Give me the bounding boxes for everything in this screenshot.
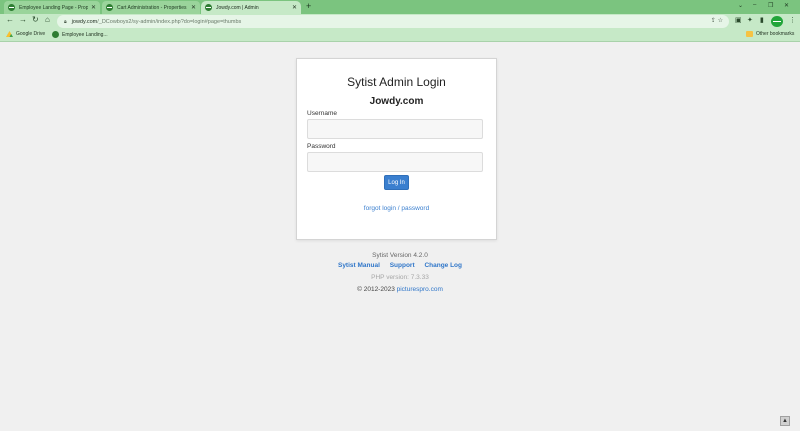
- picturespro-link[interactable]: picturespro.com: [397, 286, 443, 293]
- scroll-to-top-button[interactable]: ▲: [780, 416, 790, 426]
- close-tab-icon[interactable]: ✕: [91, 4, 96, 11]
- forgot-password-link[interactable]: forgot login / password: [297, 205, 496, 212]
- site-favicon-icon: [205, 4, 212, 11]
- new-tab-button[interactable]: +: [306, 1, 311, 11]
- password-label: Password: [307, 143, 336, 150]
- profile-avatar[interactable]: [771, 16, 783, 27]
- extension-icon[interactable]: ▣: [735, 16, 742, 24]
- site-favicon-icon: [106, 4, 113, 11]
- php-version-text: PHP version: 7.3.33: [371, 274, 429, 281]
- tab-search-icon[interactable]: ⌄: [738, 2, 743, 9]
- window-close-icon[interactable]: ✕: [784, 2, 789, 9]
- bookmark-employee-landing[interactable]: Employee Landing...: [52, 31, 108, 38]
- copyright-text: © 2012-2023: [357, 286, 395, 293]
- login-title: Sytist Admin Login: [347, 75, 446, 89]
- site-favicon-icon: [8, 4, 15, 11]
- copyright: © 2012-2023 picturespro.com: [0, 286, 800, 293]
- close-tab-icon[interactable]: ✕: [292, 4, 297, 11]
- footer-links: Sytist Manual Support Change Log: [0, 262, 800, 269]
- url-host: jowdy.com: [71, 18, 98, 25]
- menu-kebab-icon[interactable]: ⋮: [789, 16, 796, 24]
- browser-tab-jowdy-admin[interactable]: Jowdy.com | Admin ✕: [201, 1, 301, 14]
- browser-tab-employee-landing[interactable]: Employee Landing Page - Propri ✕: [4, 1, 100, 14]
- log-in-button[interactable]: Log In: [384, 175, 409, 190]
- side-panel-icon[interactable]: ▮: [760, 16, 764, 24]
- login-card: Sytist Admin Login Jowdy.com Username Pa…: [296, 58, 497, 240]
- site-name: Jowdy.com: [369, 96, 424, 107]
- bookmarks-bar: [0, 29, 800, 42]
- other-bookmarks[interactable]: Other bookmarks: [746, 31, 794, 37]
- restore-icon[interactable]: ❐: [768, 2, 773, 9]
- lock-icon: 🔒︎: [64, 18, 67, 25]
- home-icon[interactable]: ⌂: [45, 15, 50, 24]
- site-favicon-icon: [52, 31, 59, 38]
- username-label: Username: [307, 110, 337, 117]
- extensions-puzzle-icon[interactable]: ✦: [747, 16, 753, 24]
- forward-icon[interactable]: →: [19, 15, 27, 24]
- url-path: /_DCowboys2/sy-admin/index.php?do=login#…: [97, 18, 242, 25]
- back-icon[interactable]: ←: [6, 15, 14, 24]
- reload-icon[interactable]: ↻: [32, 15, 39, 24]
- google-drive-icon: [6, 31, 13, 37]
- version-text: Sytist Version 4.2.0: [372, 252, 428, 259]
- sytist-manual-link[interactable]: Sytist Manual: [338, 262, 380, 269]
- bookmark-google-drive[interactable]: Google Drive: [6, 31, 45, 37]
- minimize-icon[interactable]: –: [753, 2, 756, 8]
- close-tab-icon[interactable]: ✕: [191, 4, 196, 11]
- address-bar[interactable]: 🔒︎ jowdy.com /_DCowboys2/sy-admin/index.…: [57, 15, 729, 28]
- password-input[interactable]: [307, 152, 483, 172]
- username-input[interactable]: [307, 119, 483, 139]
- browser-tab-cart-administration[interactable]: Cart Administration - Properties ✕: [102, 1, 200, 14]
- change-log-link[interactable]: Change Log: [424, 262, 462, 269]
- support-link[interactable]: Support: [390, 262, 415, 269]
- share-bookmark-star-icon[interactable]: ⇪ ☆: [711, 17, 723, 24]
- folder-icon: [746, 31, 753, 37]
